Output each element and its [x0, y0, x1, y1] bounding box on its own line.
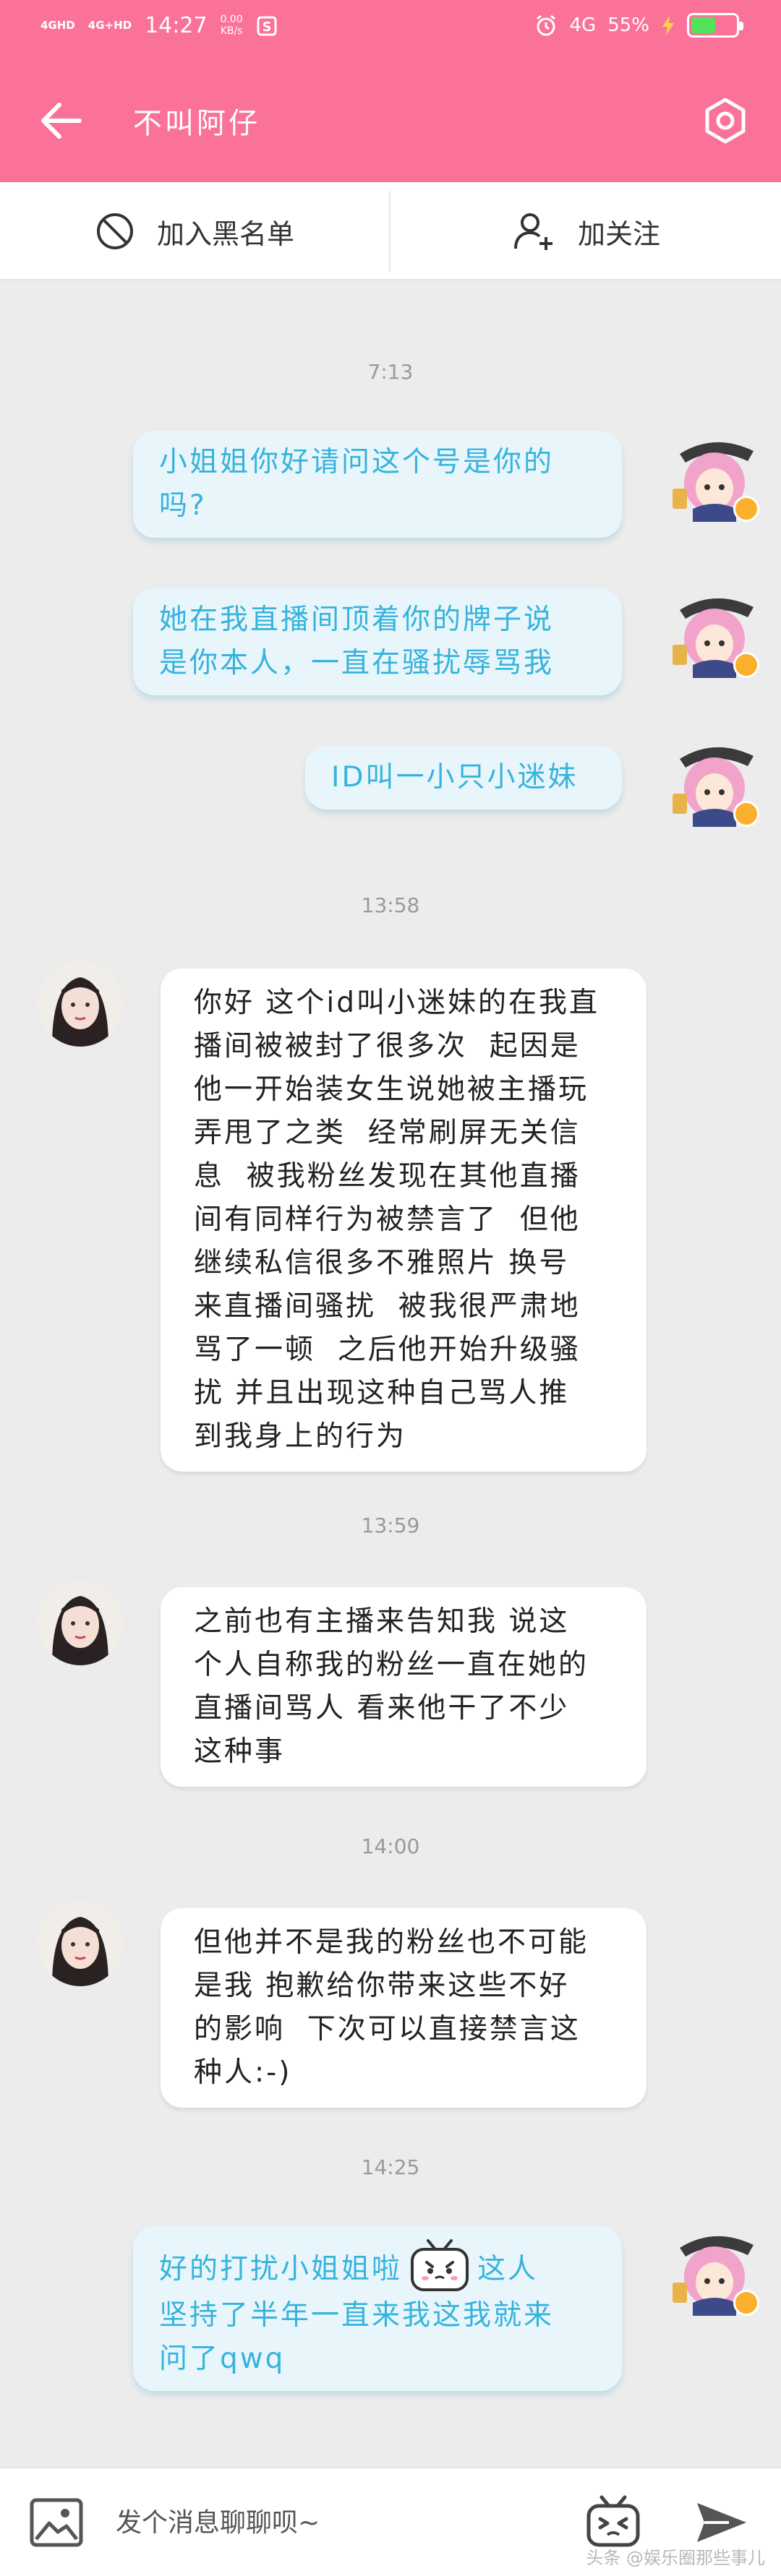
battery-icon — [687, 13, 743, 38]
follow-button[interactable]: 加关注 — [392, 182, 781, 280]
block-button[interactable]: 加入黑名单 — [0, 182, 389, 280]
alarm-icon — [536, 14, 555, 36]
clock: 14:27 — [145, 13, 208, 38]
back-button[interactable] — [36, 95, 87, 146]
status-bar: 4GHD 4G+HD 14:27 0.00 KB/s S 4G 55% — [0, 0, 781, 58]
verified-badge-icon — [733, 652, 759, 678]
battery-fill — [691, 17, 715, 33]
verified-badge-icon — [733, 801, 759, 827]
verified-badge-icon — [733, 496, 759, 522]
add-user-icon — [513, 213, 552, 250]
mobile-data-indicator: 4G — [569, 14, 597, 36]
status-bar-left: 4GHD 4G+HD 14:27 0.00 KB/s S — [40, 13, 278, 38]
timestamp: 14:00 — [361, 1834, 420, 1858]
my-avatar[interactable] — [667, 2223, 762, 2319]
send-button[interactable] — [693, 2497, 751, 2548]
incoming-message[interactable]: 但他并不是我的粉丝也不可能 是我 抱歉给你带来这些不好 的影响 下次可以直接禁言… — [161, 1908, 646, 2108]
outgoing-message[interactable]: 小姐姐你好请问这个号是你的 吗? — [133, 431, 622, 538]
battery-percent: 55% — [607, 14, 649, 36]
outgoing-message[interactable]: 她在我直播间顶着你的牌子说 是你本人，一直在骚扰辱骂我 — [133, 588, 622, 695]
my-avatar[interactable] — [667, 585, 762, 681]
portrait-avatar-icon — [38, 961, 123, 1047]
timestamp: 7:13 — [367, 360, 414, 384]
signal-indicator-2: 4G+HD — [88, 19, 132, 32]
signal-indicator-1: 4GHD — [40, 19, 75, 32]
portrait-avatar-icon — [38, 1901, 123, 1986]
bilibili-tv-emoji-icon — [411, 2239, 469, 2291]
network-speed: 0.00 KB/s — [220, 14, 243, 37]
chat-title: 不叫阿仔 — [133, 107, 260, 140]
block-label: 加入黑名单 — [156, 218, 294, 250]
contact-action-bar: 加入黑名单 加关注 — [0, 182, 781, 280]
image-icon[interactable] — [29, 2497, 84, 2548]
svg-text:S: S — [262, 20, 271, 35]
status-bar-right: 4G 55% — [534, 13, 743, 38]
action-divider — [389, 191, 390, 272]
app-bar: 不叫阿仔 — [0, 58, 781, 182]
notification-app-icon: S — [257, 16, 277, 35]
emoji-button[interactable] — [584, 2493, 642, 2551]
verified-badge-icon — [733, 2290, 759, 2316]
my-avatar[interactable] — [667, 734, 762, 830]
contact-avatar[interactable] — [38, 1580, 123, 1665]
contact-avatar[interactable] — [38, 1901, 123, 1986]
charging-icon — [662, 15, 674, 35]
watermark: 头条 @娱乐圈那些事儿 — [586, 2548, 765, 2568]
timestamp: 13:58 — [361, 893, 420, 917]
incoming-message[interactable]: 之前也有主播来告知我 说这 个人自称我的粉丝一直在她的 直播间骂人 看来他干了不… — [161, 1587, 646, 1787]
my-avatar[interactable] — [667, 429, 762, 525]
gear-icon[interactable] — [700, 95, 751, 146]
incoming-message[interactable]: 你好 这个id叫小迷妹的在我直 播间被被封了很多次 起因是 他一开始装女生说她被… — [161, 969, 646, 1472]
prohibit-icon — [96, 213, 133, 249]
outgoing-message[interactable]: ID叫一小只小迷妹 — [305, 746, 622, 810]
follow-label: 加关注 — [577, 218, 660, 250]
outgoing-message[interactable]: 好的打扰小姐姐啦 这人 坚持了半年一直来我这我就来 问了qwq — [133, 2226, 622, 2391]
timestamp: 14:25 — [361, 2155, 420, 2179]
contact-avatar[interactable] — [38, 961, 123, 1047]
portrait-avatar-icon — [38, 1580, 123, 1665]
message-input[interactable] — [116, 2497, 550, 2548]
timestamp: 13:59 — [361, 1514, 420, 1537]
message-input-bar: 头条 @娱乐圈那些事儿 — [0, 2468, 781, 2576]
